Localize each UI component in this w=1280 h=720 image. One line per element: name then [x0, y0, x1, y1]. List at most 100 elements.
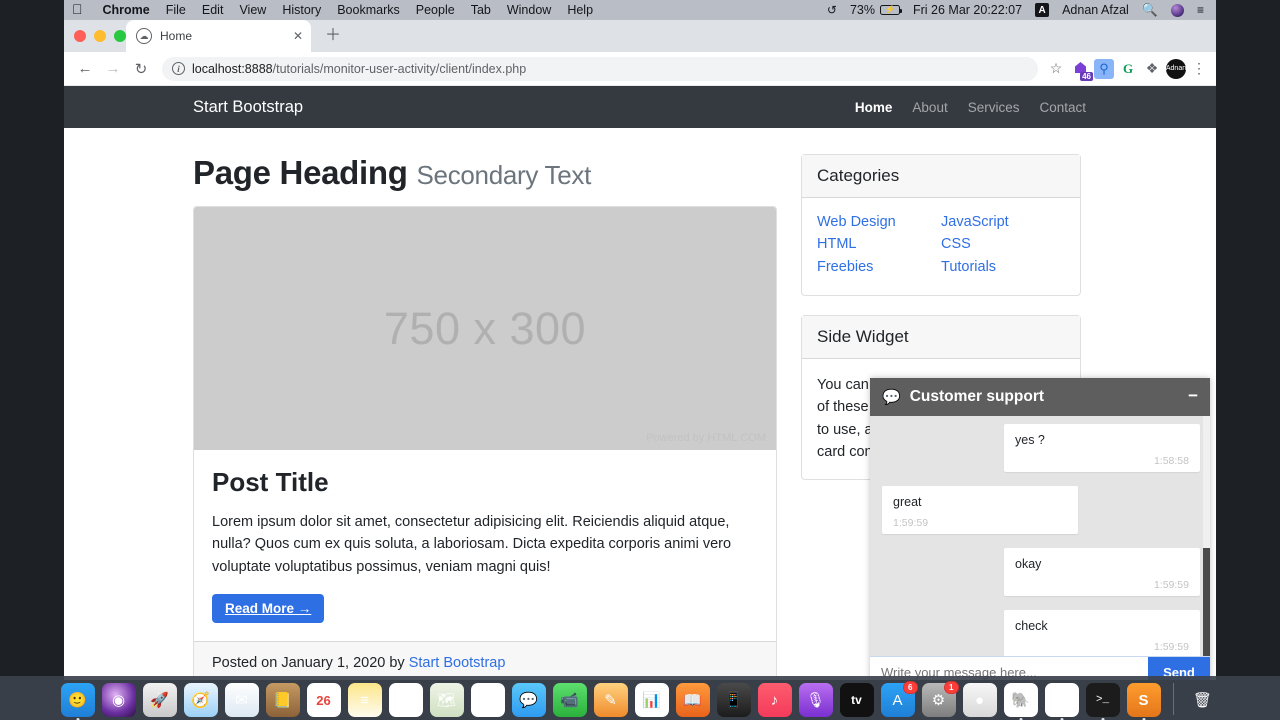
sublime-text-icon: S: [1138, 691, 1149, 709]
close-icon[interactable]: ✕: [293, 30, 303, 42]
menu-file[interactable]: File: [166, 3, 186, 17]
menu-window[interactable]: Window: [507, 3, 551, 17]
chat-header[interactable]: 💬 Customer support −: [870, 378, 1210, 416]
apple-logo-icon[interactable]: : [72, 2, 87, 18]
chat-scrollbar-thumb[interactable]: [1203, 548, 1210, 656]
category-link-web-design[interactable]: Web Design: [817, 214, 896, 230]
chat-message-time: 1:59:59: [1153, 579, 1189, 591]
nav-link-about[interactable]: About: [912, 100, 947, 115]
dock-item-maps[interactable]: 🗺: [429, 683, 464, 717]
app-badge-icon[interactable]: A: [1035, 3, 1050, 17]
menu-history[interactable]: History: [282, 3, 321, 17]
dock-item-siri[interactable]: ◉: [101, 683, 136, 717]
nav-link-contact[interactable]: Contact: [1039, 100, 1086, 115]
dock-item-sublime-text[interactable]: S: [1126, 683, 1161, 720]
chat-scrollbar[interactable]: [1203, 416, 1210, 656]
dock-item-safari[interactable]: 🧭: [183, 683, 218, 717]
browser-tab[interactable]: ☁ Home ✕: [126, 20, 311, 52]
extensions-puzzle-icon[interactable]: ❖: [1142, 59, 1162, 79]
menu-bookmarks[interactable]: Bookmarks: [337, 3, 400, 17]
facetime-icon: 📹: [560, 692, 579, 709]
close-window-button[interactable]: [74, 30, 86, 42]
plus-icon[interactable]: ＋: [325, 21, 341, 45]
dock-item-photos[interactable]: ✿: [470, 683, 505, 717]
dock-item-apple-tv[interactable]: tv: [839, 683, 874, 717]
dock-item-pages[interactable]: ✎: [593, 683, 628, 717]
chrome-menu-icon[interactable]: ⋮: [1190, 60, 1208, 77]
spotlight-search-icon[interactable]: 🔍: [1142, 2, 1158, 18]
profile-avatar[interactable]: Adnan: [1166, 58, 1186, 79]
category-link-freebies[interactable]: Freebies: [817, 259, 873, 275]
battery-percent-label: 73%: [849, 3, 875, 17]
dock-item-launchpad[interactable]: 🚀: [142, 683, 177, 717]
grammarly-icon[interactable]: G: [1118, 59, 1138, 79]
info-circle-icon[interactable]: i: [172, 62, 185, 75]
dock-item-mail[interactable]: ✉: [224, 683, 259, 717]
dock-item-numbers[interactable]: 📊: [634, 683, 669, 717]
bookmark-star-icon[interactable]: ☆: [1046, 59, 1066, 79]
dock-item-finder[interactable]: 🙂: [60, 683, 95, 720]
arrow-left-icon[interactable]: ←: [72, 56, 98, 82]
dock-item-notes[interactable]: ≡: [347, 683, 382, 717]
launchpad-icon: 🚀: [150, 692, 169, 709]
menu-view[interactable]: View: [239, 3, 266, 17]
menubar-user-name[interactable]: Adnan Afzal: [1062, 3, 1129, 17]
menu-tab[interactable]: Tab: [471, 3, 491, 17]
dock-item-mamp[interactable]: 🐘: [1003, 683, 1038, 720]
siri-icon[interactable]: [1170, 3, 1184, 17]
read-more-button[interactable]: Read More →: [212, 594, 325, 624]
battery-charging-icon: ⚡: [879, 5, 903, 15]
extension-purple-icon[interactable]: 46: [1070, 59, 1093, 81]
battery-status[interactable]: 73% ⚡: [849, 3, 903, 17]
extension-search-icon[interactable]: ⚲: [1094, 58, 1114, 79]
nav-link-home[interactable]: Home: [855, 100, 893, 115]
toolbar-actions: ☆ 46 ⚲ G ❖ Adnan ⋮: [1046, 58, 1208, 81]
dock-item-podcasts[interactable]: 🎙: [798, 683, 833, 717]
nav-link-services[interactable]: Services: [968, 100, 1020, 115]
category-link-tutorials[interactable]: Tutorials: [941, 259, 996, 275]
notes-icon: ≡: [360, 691, 369, 709]
reload-icon[interactable]: ↻: [128, 56, 154, 82]
music-icon: ♪: [770, 691, 779, 709]
menu-help[interactable]: Help: [567, 3, 593, 17]
dock-item-trash[interactable]: 🗑: [1186, 683, 1220, 717]
category-link-javascript[interactable]: JavaScript: [941, 214, 1009, 230]
menu-chrome[interactable]: Chrome: [103, 3, 150, 17]
menubar-status-area: ↺ 73% ⚡ Fri 26 Mar 20:22:07 A Adnan Afza…: [827, 2, 1208, 18]
dock-item-iphone-mirroring[interactable]: 📱: [716, 683, 751, 717]
dock-item-messages[interactable]: 💬: [511, 683, 546, 717]
main-column: Page Heading Secondary Text 750 x 300 Po…: [193, 154, 777, 680]
menu-people[interactable]: People: [416, 3, 455, 17]
dock-item-system-preferences[interactable]: ⚙ 1: [921, 681, 959, 717]
minimize-icon[interactable]: −: [1188, 387, 1198, 408]
category-link-html[interactable]: HTML: [817, 236, 856, 252]
dock-item-chrome-canary[interactable]: ●: [962, 683, 997, 717]
post-card: 750 x 300 Powered by HTML.COM Post Title…: [193, 206, 777, 680]
vpn-loop-icon[interactable]: ↺: [827, 4, 837, 16]
address-bar[interactable]: i localhost:8888/tutorials/monitor-user-…: [162, 56, 1038, 81]
arrow-right-icon[interactable]: →: [100, 56, 126, 82]
dock-item-contacts[interactable]: 📒: [265, 683, 300, 717]
post-image-placeholder[interactable]: 750 x 300 Powered by HTML.COM: [194, 207, 776, 450]
dock-item-app-store[interactable]: A6: [880, 681, 918, 717]
chat-messages-list[interactable]: yes ? 1:58:58 great 1:59:59 okay 1:59:59…: [870, 416, 1210, 656]
dock-item-google-chrome[interactable]: ●: [1044, 683, 1079, 720]
dock-item-books[interactable]: 📖: [675, 683, 710, 717]
dock-item-music[interactable]: ♪: [757, 683, 792, 717]
minimize-window-button[interactable]: [94, 30, 106, 42]
dock-item-facetime[interactable]: 📹: [552, 683, 587, 717]
category-link-css[interactable]: CSS: [941, 236, 971, 252]
post-author-link[interactable]: Start Bootstrap: [409, 655, 506, 671]
dock-item-terminal[interactable]: >_: [1085, 683, 1120, 720]
screen:  Chrome File Edit View History Bookmark…: [0, 0, 1280, 720]
chat-message-text: check: [1015, 619, 1048, 633]
menu-edit[interactable]: Edit: [202, 3, 224, 17]
podcasts-icon: 🎙: [805, 692, 826, 709]
navbar-brand[interactable]: Start Bootstrap: [193, 98, 303, 117]
tab-title: Home: [160, 29, 193, 43]
menubar-clock[interactable]: Fri 26 Mar 20:22:07: [913, 3, 1022, 17]
maximize-window-button[interactable]: [114, 30, 126, 42]
dock-item-calendar[interactable]: 26: [306, 683, 341, 717]
dock-item-reminders[interactable]: ☰: [388, 683, 423, 717]
control-center-icon[interactable]: ≡: [1197, 3, 1204, 17]
